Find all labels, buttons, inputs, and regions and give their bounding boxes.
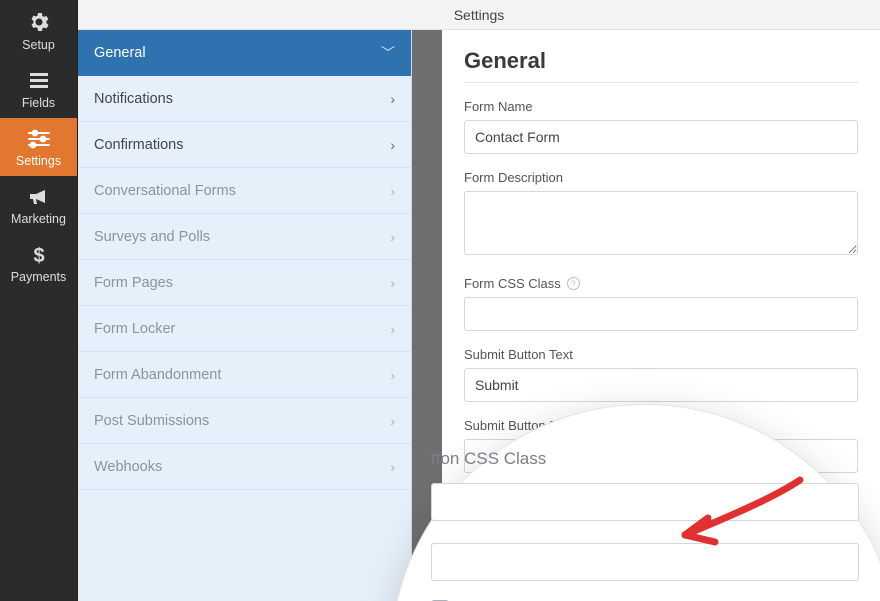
panel-item-conversational-forms[interactable]: Conversational Forms › — [78, 168, 411, 214]
bullhorn-icon — [27, 186, 51, 208]
nav-label: Settings — [16, 154, 61, 168]
panel-item-webhooks[interactable]: Webhooks › — [78, 444, 411, 490]
panel-item-form-locker[interactable]: Form Locker › — [78, 306, 411, 352]
divider — [464, 82, 858, 83]
nav-label: Fields — [22, 96, 55, 110]
form-name-input[interactable] — [464, 120, 858, 154]
nav-marketing[interactable]: Marketing — [0, 176, 77, 234]
settings-panel: General ﹀ Notifications › Confirmations … — [78, 30, 412, 601]
panel-item-label: Post Submissions — [94, 413, 209, 429]
chevron-down-icon: ﹀ — [381, 43, 395, 63]
panel-item-label: Confirmations — [94, 137, 183, 153]
panel-item-post-submissions[interactable]: Post Submissions › — [78, 398, 411, 444]
panel-item-label: Form Pages — [94, 275, 173, 291]
panel-item-label: Surveys and Polls — [94, 229, 210, 245]
chevron-right-icon: › — [390, 183, 395, 199]
panel-item-form-pages[interactable]: Form Pages › — [78, 260, 411, 306]
submit-text-label: Submit Button Text — [464, 347, 858, 362]
page-title-bar: Settings — [78, 0, 880, 30]
nav-label: Marketing — [11, 212, 66, 226]
chevron-right-icon: › — [390, 459, 395, 475]
help-icon[interactable]: ? — [567, 277, 580, 290]
svg-text:$: $ — [33, 245, 44, 266]
page-title: Settings — [454, 7, 505, 23]
form-css-label: Form CSS Class ? — [464, 276, 858, 291]
chevron-right-icon: › — [390, 229, 395, 245]
form-desc-label: Form Description — [464, 170, 858, 185]
content-heading: General — [464, 48, 858, 74]
gear-icon — [27, 10, 51, 34]
panel-item-confirmations[interactable]: Confirmations › — [78, 122, 411, 168]
panel-item-label: Notifications — [94, 91, 173, 107]
zoom-css-input[interactable] — [431, 483, 859, 521]
panel-item-label: General — [94, 45, 146, 61]
left-nav: Setup Fields Settings Marketing $ Paymen… — [0, 0, 78, 601]
panel-item-label: Form Locker — [94, 321, 175, 337]
sliders-icon — [26, 128, 52, 150]
panel-item-general[interactable]: General ﹀ — [78, 30, 411, 76]
panel-item-form-abandonment[interactable]: Form Abandonment › — [78, 352, 411, 398]
panel-item-label: Conversational Forms — [94, 183, 236, 199]
panel-item-surveys-polls[interactable]: Surveys and Polls › — [78, 214, 411, 260]
chevron-right-icon: › — [390, 367, 395, 383]
zoom-input-2[interactable] — [431, 543, 859, 581]
nav-label: Payments — [11, 270, 67, 284]
zoom-css-label: tton CSS Class — [431, 449, 859, 469]
panel-item-label: Form Abandonment — [94, 367, 221, 383]
form-desc-input[interactable] — [464, 191, 858, 255]
form-css-input[interactable] — [464, 297, 858, 331]
dollar-icon: $ — [29, 244, 49, 266]
nav-settings[interactable]: Settings — [0, 118, 77, 176]
panel-item-label: Webhooks — [94, 459, 162, 475]
chevron-right-icon: › — [390, 413, 395, 429]
chevron-right-icon: › — [390, 321, 395, 337]
nav-fields[interactable]: Fields — [0, 60, 77, 118]
submit-text-input[interactable] — [464, 368, 858, 402]
nav-setup[interactable]: Setup — [0, 0, 77, 60]
nav-payments[interactable]: $ Payments — [0, 234, 77, 292]
chevron-right-icon: › — [390, 275, 395, 291]
list-icon — [27, 70, 51, 92]
chevron-right-icon: › — [390, 91, 395, 107]
panel-item-notifications[interactable]: Notifications › — [78, 76, 411, 122]
form-name-label: Form Name — [464, 99, 858, 114]
nav-label: Setup — [22, 38, 55, 52]
chevron-right-icon: › — [390, 137, 395, 153]
